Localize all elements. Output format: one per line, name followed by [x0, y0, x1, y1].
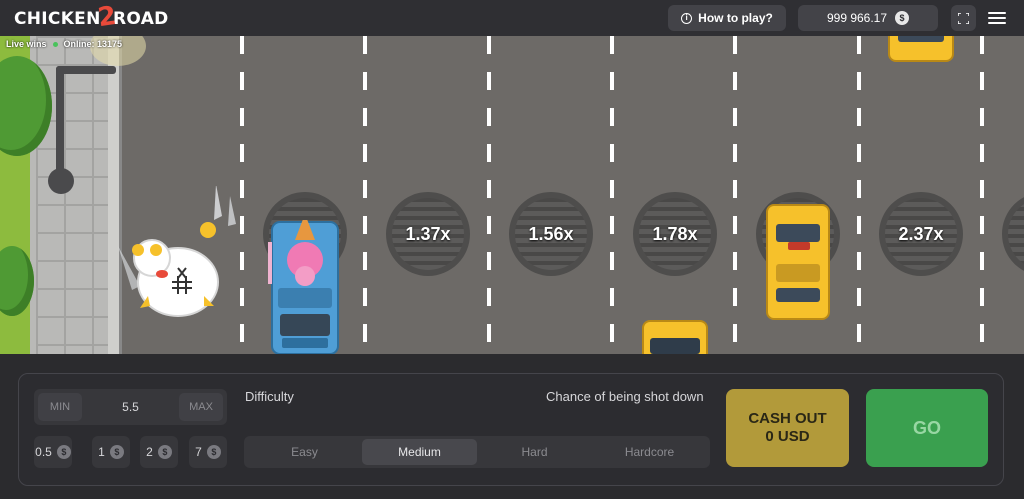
lane-divider	[487, 36, 491, 354]
fullscreen-button[interactable]	[951, 5, 976, 31]
chip-value: 1	[98, 445, 105, 459]
multiplier-cell[interactable]: 1.78x	[633, 192, 717, 276]
coin-icon: $	[206, 445, 221, 459]
multiplier-cell[interactable]: 2.37x	[879, 192, 963, 276]
logo-text-2: 2	[95, 0, 119, 34]
ice-cream-truck	[266, 214, 342, 354]
bet-amount-value[interactable]: 5.5	[122, 400, 139, 414]
logo-text-chicken: CHICKEN	[14, 9, 101, 29]
lane-divider	[240, 36, 244, 354]
taxi-car	[766, 204, 830, 320]
coin-icon: $	[109, 445, 124, 459]
quick-bet-chip[interactable]: 7 $	[189, 436, 227, 468]
cash-out-amount: 0 USD	[765, 428, 810, 445]
cash-out-button[interactable]: CASH OUT 0 USD	[726, 389, 849, 467]
go-label: GO	[912, 417, 941, 438]
road-scene: Live wins Online: 13175 1.37x 1.56x 1.78…	[0, 36, 1024, 354]
live-wins-bar: Live wins Online: 13175	[6, 39, 122, 49]
lane-divider	[610, 36, 614, 354]
difficulty-option-hardcore[interactable]: Hardcore	[592, 439, 707, 465]
balance-display: 999 966.17 $	[798, 5, 938, 31]
balance-value: 999 966.17	[826, 11, 888, 25]
difficulty-label: Difficulty	[245, 389, 294, 404]
difficulty-option-hard[interactable]: Hard	[477, 439, 592, 465]
lane-divider	[980, 36, 984, 354]
street-lamp	[48, 56, 116, 194]
multiplier-value: 1.37x	[405, 223, 451, 244]
taxi-car	[642, 320, 708, 354]
multiplier-cell[interactable]: 1.56x	[509, 192, 593, 276]
max-bet-button[interactable]: MAX	[179, 393, 223, 421]
difficulty-option-medium[interactable]: Medium	[362, 439, 477, 465]
quick-bet-chip[interactable]: 0.5 $	[34, 436, 72, 468]
chip-value: 2	[146, 445, 153, 459]
hamburger-icon-bar	[988, 17, 1006, 19]
multiplier-cell[interactable]: 2	[1002, 192, 1024, 276]
coin-icon: $	[56, 445, 71, 459]
quick-bet-chip[interactable]: 2 $	[140, 436, 178, 468]
go-button[interactable]: GO	[866, 389, 988, 467]
lane-divider	[363, 36, 367, 354]
multiplier-value: 2.37x	[898, 223, 944, 244]
quick-bet-chip[interactable]: 1 $	[92, 436, 130, 468]
live-wins-label: Live wins	[6, 39, 47, 49]
info-icon: i	[681, 12, 693, 24]
hamburger-icon-bar	[988, 22, 1006, 24]
bet-amount-input[interactable]: MIN 5.5 MAX	[34, 389, 227, 425]
hamburger-icon-bar	[988, 12, 1006, 14]
chip-value: 0.5	[35, 445, 52, 459]
multiplier-cell[interactable]: 1.37x	[386, 192, 470, 276]
min-bet-button[interactable]: MIN	[38, 393, 82, 421]
chip-value: 7	[195, 445, 202, 459]
game-app: CHICKEN 2 ROAD i How to play? 999 966.17…	[0, 0, 1024, 499]
online-count: Online: 13175	[63, 39, 123, 49]
chicken-character	[118, 184, 236, 326]
lane-divider	[733, 36, 737, 354]
coin-icon: $	[157, 445, 172, 459]
cash-out-label: CASH OUT	[748, 410, 827, 427]
coin-icon: $	[895, 11, 910, 25]
fullscreen-icon	[958, 12, 969, 24]
multiplier-value: 1.56x	[528, 223, 574, 244]
difficulty-selector: Easy Medium Hard Hardcore	[244, 436, 710, 468]
game-logo: CHICKEN 2 ROAD	[14, 1, 169, 33]
logo-text-road: ROAD	[113, 9, 169, 29]
online-dot-icon	[52, 41, 58, 47]
lane-divider	[857, 36, 861, 354]
how-to-play-label: How to play?	[698, 11, 773, 25]
top-bar: CHICKEN 2 ROAD i How to play? 999 966.17…	[0, 0, 1024, 36]
taxi-car	[888, 36, 954, 62]
multiplier-value: 1.78x	[652, 223, 698, 244]
chance-label: Chance of being shot down	[546, 389, 704, 404]
difficulty-option-easy[interactable]: Easy	[247, 439, 362, 465]
how-to-play-button[interactable]: i How to play?	[668, 5, 786, 31]
menu-button[interactable]	[988, 8, 1006, 28]
